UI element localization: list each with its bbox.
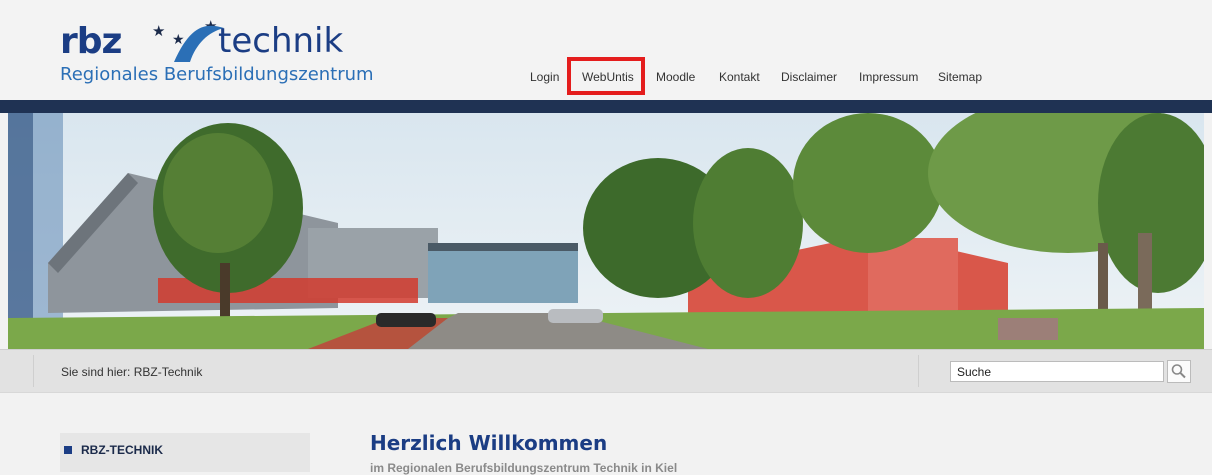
logo-rbz-text: rbz	[60, 21, 122, 62]
nav-impressum[interactable]: Impressum	[859, 70, 918, 84]
page-subtitle: im Regionalen Berufsbildungszentrum Tech…	[370, 461, 678, 475]
panorama-illustration	[8, 113, 1204, 349]
search-button[interactable]	[1167, 360, 1191, 383]
campus-panorama-image	[8, 113, 1204, 349]
nav-disclaimer[interactable]: Disclaimer	[781, 70, 837, 84]
square-bullet-icon	[64, 446, 72, 454]
search-input[interactable]	[950, 361, 1164, 382]
breadcrumb: Sie sind hier: RBZ-Technik	[61, 365, 203, 379]
nav-login[interactable]: Login	[530, 70, 559, 84]
page-title: Herzlich Willkommen	[370, 431, 608, 455]
banner-top-band	[0, 100, 1212, 113]
logo-technik-text: technik	[218, 21, 344, 61]
search-icon	[1171, 364, 1186, 379]
sidebar-item-rbz-technik[interactable]: RBZ-TECHNIK	[81, 443, 163, 457]
nav-kontakt[interactable]: Kontakt	[719, 70, 760, 84]
nav-moodle[interactable]: Moodle	[656, 70, 695, 84]
webuntis-highlight-box	[567, 57, 645, 95]
breadcrumb-divider-left	[33, 355, 34, 387]
logo-subtitle: Regionales Berufsbildungszentrum	[60, 64, 374, 85]
svg-text:★: ★	[152, 22, 165, 40]
nav-sitemap[interactable]: Sitemap	[938, 70, 982, 84]
breadcrumb-divider-right	[918, 355, 919, 387]
logo-swoosh-icon: ★ ★ ★	[152, 17, 224, 62]
